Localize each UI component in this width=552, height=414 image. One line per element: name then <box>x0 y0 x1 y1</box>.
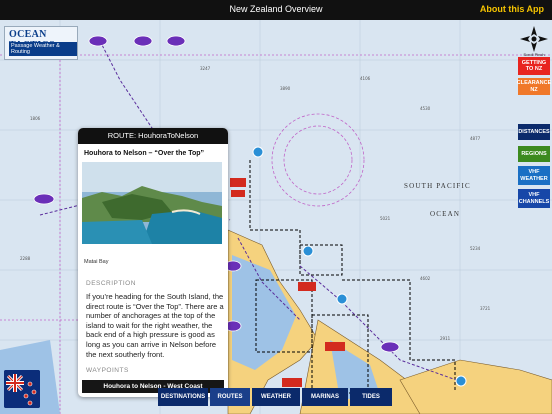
page-title: New Zealand Overview <box>229 4 323 14</box>
svg-text:4602: 4602 <box>420 276 431 281</box>
getting-to-nz-label-2: TO NZ <box>525 66 543 72</box>
photo-caption: Matai Bay <box>84 259 109 265</box>
getting-to-nz-button[interactable]: GETTING TO NZ <box>518 57 550 75</box>
svg-text:3890: 3890 <box>280 86 291 91</box>
vhf-channels-label-2: CHANNELS <box>518 198 550 205</box>
svg-text:4530: 4530 <box>420 106 431 111</box>
distances-button[interactable]: DISTANCES <box>518 124 550 140</box>
svg-text:5021: 5021 <box>380 216 391 221</box>
distances-label: DISTANCES <box>518 128 550 135</box>
clearance-nz-button[interactable]: CLEARANCE NZ <box>517 78 551 95</box>
svg-text:2911: 2911 <box>440 336 451 341</box>
svg-text:4106: 4106 <box>360 76 371 81</box>
popup-header: ROUTE: HouhoraToNelson <box>78 128 228 144</box>
description-heading: DESCRIPTION <box>86 280 136 287</box>
matai-bay-photo <box>82 162 222 244</box>
compass-icon[interactable] <box>520 26 548 52</box>
tab-routes[interactable]: ROUTES <box>210 388 250 406</box>
vhf-channels-button[interactable]: VHF CHANNELS <box>518 189 550 208</box>
route-description: If you’re heading for the South Island, … <box>86 292 224 359</box>
tab-tides[interactable]: TIDES <box>350 388 392 406</box>
about-app-link[interactable]: About this App <box>480 4 544 14</box>
vhf-weather-label-2: WEATHER <box>520 175 548 182</box>
svg-text:3721: 3721 <box>480 306 491 311</box>
popup-subtitle: Houhora to Nelson – “Over the Top” <box>84 150 205 157</box>
tab-marinas[interactable]: MARINAS <box>302 388 348 406</box>
clearance-nz-label-2: NZ <box>530 86 538 93</box>
tab-weather[interactable]: WEATHER <box>252 388 300 406</box>
svg-text:2288: 2288 <box>20 256 31 261</box>
map-label-south-pacific: SOUTH PACIFIC <box>404 182 471 190</box>
route-popup[interactable]: ROUTE: HouhoraToNelson Houhora to Nelson… <box>78 128 228 397</box>
nz-flag-icon[interactable] <box>4 370 40 408</box>
svg-text:4877: 4877 <box>470 136 481 141</box>
map-label-ocean: OCEAN <box>430 210 461 218</box>
logo-tagline: Passage Weather & Routing <box>9 42 77 56</box>
svg-text:3247: 3247 <box>200 66 211 71</box>
tab-destinations[interactable]: DESTINATIONS <box>158 388 208 406</box>
svg-text:1806: 1806 <box>30 116 41 121</box>
waypoints-heading: WAYPOINTS <box>86 367 129 374</box>
ocean-tactics-logo: OCEAN TACTICS Passage Weather & Routing <box>4 26 78 60</box>
regions-button[interactable]: REGIONS <box>518 146 550 162</box>
top-bar: New Zealand Overview About this App <box>0 0 552 20</box>
regions-label: REGIONS <box>521 150 547 157</box>
svg-text:5234: 5234 <box>470 246 481 251</box>
vhf-weather-button[interactable]: VHF WEATHER <box>518 166 550 185</box>
